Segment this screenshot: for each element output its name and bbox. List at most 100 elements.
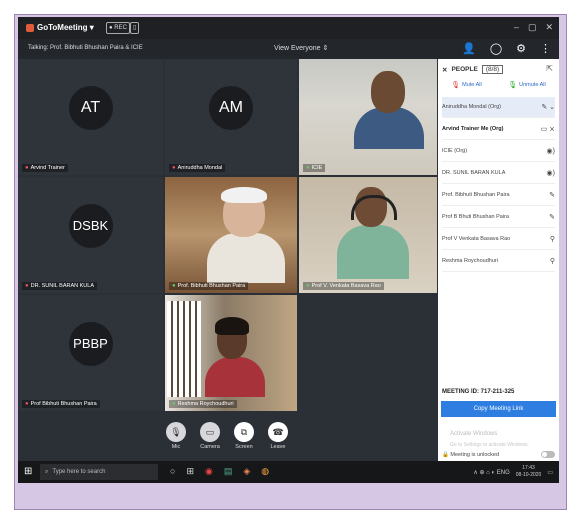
clock[interactable]: 17:43 08-10-2020	[516, 465, 542, 479]
maximize-button[interactable]: ▢	[528, 22, 537, 33]
camera-video	[205, 357, 265, 397]
taskbar-search[interactable]: ⌕ Type here to search	[40, 464, 158, 480]
lock-toggle[interactable]	[541, 451, 555, 458]
settings-icon[interactable]: ⚙	[516, 42, 526, 55]
mic-muted-icon: ●	[25, 165, 29, 171]
activate-windows-subtext: Go to Settings to activate Windows.	[450, 442, 529, 448]
participant-row[interactable]: DR. SUNIL BARAN KULA ◉)	[442, 163, 555, 184]
desktop-screen: GoToMeeting ▾ ● REC ▯ – ▢ ✕ Talking: Pro…	[18, 17, 559, 483]
video-tile[interactable]: DSBK ● DR. SUNIL BARAN KULA	[18, 177, 163, 293]
leave-button[interactable]: ☎ Leave	[268, 422, 288, 450]
participant-row[interactable]: ICIE (Org) ◉)	[442, 141, 555, 162]
participant-nametag: ● Prof Bibhuti Bhushan Paira	[22, 400, 100, 408]
mic-icon: 🎙	[166, 422, 186, 442]
meeting-lock-row: 🔒 Meeting is unlocked	[442, 451, 555, 458]
participant-name: Arvind Trainer	[30, 165, 65, 171]
leave-icon: ☎	[268, 422, 288, 442]
video-tile[interactable]: ● Prof V. Venkata Basava Rao	[299, 177, 437, 293]
video-tile[interactable]: PBBP ● Prof Bibhuti Bhushan Paira	[18, 295, 163, 411]
video-tile[interactable]: ● Reshma Roychoudhuri	[165, 295, 297, 411]
activate-windows-watermark: Activate Windows	[450, 431, 498, 437]
video-tile[interactable]: AM ● Aniruddha Mondal	[165, 59, 297, 175]
more-icon[interactable]: ⋮	[540, 42, 551, 55]
app-logo[interactable]: GoToMeeting ▾	[26, 23, 94, 32]
participant-row[interactable]: Reshma Roychoudhuri ⚲	[442, 251, 555, 272]
file-explorer-icon[interactable]: ▤	[224, 466, 233, 477]
close-button[interactable]: ✕	[545, 22, 553, 33]
windows-taskbar: ⊞ ⌕ Type here to search ○ ⊞ ◉ ▤ ◈ ◍ ∧ ⊕ …	[18, 461, 559, 483]
participant-row[interactable]: Prof B Bhuti Bhushan Paira ✎	[442, 207, 555, 228]
participant-name: ICIE (Org)	[442, 148, 468, 154]
camera-button-label: Camera	[200, 444, 220, 450]
participant-name: Arvind Trainer Me (Org)	[442, 126, 504, 132]
participant-row[interactable]: Prof V Venkata Basava Rao ⚲	[442, 229, 555, 250]
participant-name: Aniruddha Mondal	[177, 165, 223, 171]
camera-video	[371, 71, 405, 113]
windows-start-icon[interactable]: ⊞	[24, 466, 32, 477]
recording-chip[interactable]: ● REC	[106, 22, 130, 34]
copy-meeting-link-button[interactable]: Copy Meeting Link	[441, 401, 556, 417]
minimize-button[interactable]: –	[514, 22, 519, 33]
participant-status-icon[interactable]: ◉)	[547, 169, 555, 177]
camera-button[interactable]: ▭ Camera	[200, 422, 220, 450]
participant-status-icon[interactable]: ⚲	[550, 257, 555, 265]
participant-name: ICIE	[311, 165, 323, 171]
task-view-icon[interactable]: ⊞	[186, 466, 194, 477]
view-selector[interactable]: View Everyone ⇕	[274, 44, 328, 52]
video-tile[interactable]: ● ICIE	[299, 59, 437, 175]
participant-row[interactable]: Arvind Trainer Me (Org) ▭ ⨯	[442, 119, 555, 140]
participant-status-icon[interactable]: ✎	[549, 191, 555, 199]
search-placeholder: Type here to search	[52, 469, 106, 475]
meeting-id-value: 717-211-325	[480, 389, 515, 395]
screen-share-icon: ⧉	[234, 422, 254, 442]
participant-nametag: ● Prof V. Venkata Basava Rao	[303, 282, 384, 290]
gotomeeting-taskbar-icon[interactable]: ◍	[261, 466, 269, 477]
participant-nametag: ● Prof. Bibhuti Bhushan Paira	[169, 282, 249, 290]
participant-name: Prof Bibhuti Bhushan Paira	[30, 401, 97, 407]
popout-icon[interactable]: ⇱	[546, 64, 553, 73]
participant-name: Reshma Roychoudhuri	[442, 258, 498, 264]
avatar: AT	[68, 85, 113, 130]
close-panel-icon[interactable]: ✕	[442, 66, 447, 74]
camera-icon: ▭	[200, 422, 220, 442]
avatar: DSBK	[68, 203, 113, 248]
camera-video	[354, 107, 424, 149]
tray-icons[interactable]: ∧ ⊕ ⌂ ◐ ENG	[473, 469, 509, 476]
people-title: PEOPLE	[451, 66, 478, 73]
camera-video	[207, 233, 285, 283]
chrome-icon[interactable]: ◉	[205, 466, 213, 477]
unmute-all-button[interactable]: 🎙 Unmute All	[508, 81, 546, 89]
participant-status-icon[interactable]: ⚲	[550, 235, 555, 243]
app-icon[interactable]: ◈	[243, 466, 250, 477]
video-tile[interactable]: AT ● Arvind Trainer	[18, 59, 163, 175]
participant-name: Prof V Venkata Basava Rao	[442, 236, 511, 242]
video-tile[interactable]: ● Prof. Bibhuti Bhushan Paira	[165, 177, 297, 293]
window-controls: – ▢ ✕	[514, 22, 553, 33]
participant-name: Prof. Bibhuti Bhushan Paira	[177, 283, 246, 289]
people-panel: ✕ PEOPLE (8/8) ⇱ 🎙 Mute All 🎙 Unmute All…	[438, 59, 559, 461]
avatar: AM	[209, 85, 253, 130]
cortana-icon[interactable]: ○	[170, 466, 175, 477]
gotomeeting-logo-icon	[26, 23, 34, 32]
participant-status-icon[interactable]: ✎ ⌄	[541, 103, 555, 111]
mute-actions: 🎙 Mute All 🎙 Unmute All	[438, 81, 559, 89]
notifications-icon[interactable]: ▭	[547, 469, 553, 476]
participant-status-icon[interactable]: ▭ ⨯	[541, 125, 555, 133]
empty-tile	[299, 295, 437, 461]
search-icon: ⌕	[45, 468, 49, 475]
participant-status-icon[interactable]: ◉)	[547, 147, 555, 155]
screen-button-label: Screen	[235, 444, 253, 450]
mute-all-button[interactable]: 🎙 Mute All	[451, 81, 481, 89]
mic-button[interactable]: 🎙 Mic	[166, 422, 186, 450]
camera-video	[351, 195, 397, 220]
chat-icon[interactable]: ◯	[490, 42, 502, 55]
screen-button[interactable]: ⧉ Screen	[234, 422, 254, 450]
participant-status-icon[interactable]: ✎	[549, 213, 555, 221]
person-add-icon[interactable]: 👤	[462, 42, 476, 55]
lock-icon: 🔒	[442, 451, 449, 458]
participant-row[interactable]: Prof. Bibhuti Bhushan Paira ✎	[442, 185, 555, 206]
window-chip[interactable]: ▯	[130, 22, 140, 34]
participant-nametag: ● Aniruddha Mondal	[169, 164, 226, 172]
mic-muted-icon: ●	[172, 165, 176, 171]
participant-row[interactable]: Aniruddha Mondal (Org) ✎ ⌄	[442, 97, 555, 118]
